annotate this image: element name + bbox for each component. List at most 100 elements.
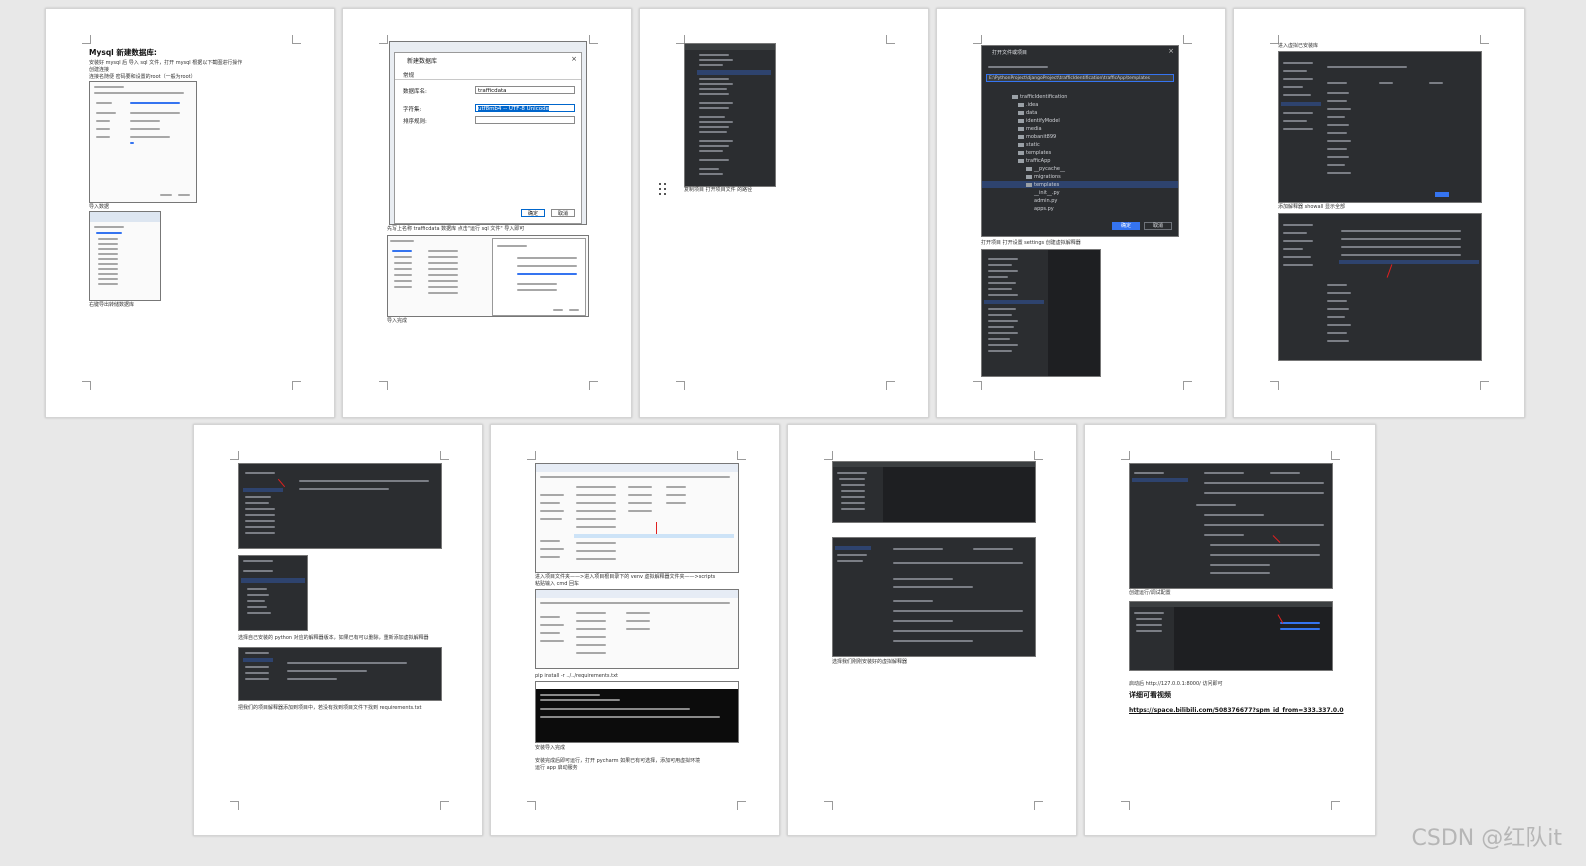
bilibili-link[interactable]: https://space.bilibili.com/508376677?spm… — [1129, 707, 1344, 714]
tab-general[interactable]: 常规 — [403, 71, 414, 79]
caption: 连接名随便 密码要和设置的root（一般为root） — [89, 74, 196, 80]
run-config-screenshot — [1129, 463, 1333, 589]
scripts-folder-screenshot — [535, 589, 739, 669]
caption: 进入项目文件夹——>进入项目根目录下的 venv 虚拟解释器文件夹——>scri… — [535, 574, 716, 580]
caption: 启动后 http://127.0.0.1:8000/ 访问即可 — [1129, 681, 1223, 687]
dialog-title: 打开文件或项目 — [992, 50, 1028, 56]
new-database-dialog: 新建数据库 × 常规 数据库名: trafficdata 字符集: utf8mb… — [394, 52, 582, 224]
tree-item[interactable]: .idea — [1018, 102, 1038, 108]
crop-mark — [82, 381, 91, 390]
tree-item[interactable]: data — [1018, 110, 1037, 116]
document-page-9: 创建运行/调试配置 启动后 http://127.0.0.1:8000/ 访问即… — [1084, 424, 1376, 836]
crop-mark — [1034, 451, 1043, 460]
tree-item[interactable]: __pycache__ — [1026, 166, 1065, 172]
page-heading: Mysql 新建数据库: — [89, 48, 157, 57]
ok-button[interactable]: 确定 — [521, 209, 545, 217]
caption: 选择自己安装的 python 对应的解释器版本，如果已有可以删除，重新添加虚拟解… — [238, 635, 429, 641]
caption: 运行 app 启动服务 — [535, 765, 578, 771]
crop-mark — [230, 801, 239, 810]
caption: 导入完成 — [387, 318, 408, 324]
cancel-button[interactable]: 取消 — [551, 209, 575, 217]
tree-item[interactable]: trafficIdentification — [1012, 94, 1067, 100]
tree-item[interactable]: trafficApp — [1018, 158, 1050, 164]
interpreter-path-screenshot — [238, 647, 442, 701]
document-page-4: 打开文件或项目 × E:\PythonProject\djangoProject… — [936, 8, 1226, 418]
caption: 创建运行/调试配置 — [1129, 590, 1171, 596]
crop-mark — [292, 35, 301, 44]
crop-mark — [82, 35, 91, 44]
tree-item-selected[interactable]: templates — [1026, 182, 1059, 188]
db-name-field[interactable]: trafficdata — [475, 86, 575, 94]
tree-item[interactable]: migrations — [1026, 174, 1061, 180]
csdn-watermark: CSDN @红队it — [1411, 826, 1562, 851]
document-page-8: 选择我们刚刚安装好的虚拟解释器 — [787, 424, 1077, 836]
crop-mark — [1121, 451, 1130, 460]
show-all-interpreters-screenshot — [1278, 213, 1482, 361]
crop-mark — [737, 801, 746, 810]
caption: 选择我们刚刚安装好的虚拟解释器 — [832, 659, 908, 665]
tree-item[interactable]: media — [1018, 126, 1042, 132]
document-page-6: 选择自己安装的 python 对应的解释器版本，如果已有可以删除，重新添加虚拟解… — [193, 424, 483, 836]
crop-mark — [1183, 35, 1192, 44]
crop-mark — [886, 35, 895, 44]
tree-item[interactable]: __init__.py — [1034, 190, 1060, 196]
crop-mark — [824, 801, 833, 810]
crop-mark — [589, 35, 598, 44]
charset-select[interactable]: utf8mb4 -- UTF-8 Unicode — [475, 104, 575, 112]
video-heading: 详细可看视频 — [1129, 691, 1171, 699]
run-sql-screenshot — [387, 235, 589, 317]
tree-item[interactable]: static — [1018, 142, 1040, 148]
db-name-label: 数据库名: — [403, 89, 427, 95]
caption: 打开项目 打开设置 settings 创建虚拟解释器 — [981, 240, 1081, 246]
tree-item[interactable]: mobanit899 — [1018, 134, 1056, 140]
crop-mark — [973, 35, 982, 44]
crop-mark — [1331, 451, 1340, 460]
connection-dialog-screenshot — [89, 81, 197, 203]
installed-packages-screenshot — [1278, 51, 1482, 203]
crop-mark — [1480, 35, 1489, 44]
caption: 粘贴输入 cmd 回车 — [535, 581, 579, 587]
caption: 右键导出转储数据库 — [89, 302, 135, 308]
caption: 导入数据 — [89, 204, 110, 210]
crop-mark — [737, 451, 746, 460]
add-local-interpreter-screenshot — [238, 555, 308, 631]
crop-mark — [1034, 801, 1043, 810]
crop-mark — [440, 801, 449, 810]
caption: 安装好 mysql 后 导入 sql 文件，打开 mysql 根据以下截图进行操… — [89, 60, 243, 66]
crop-mark — [527, 801, 536, 810]
path-input[interactable]: E:\PythonProject\djangoProject\trafficId… — [986, 74, 1174, 82]
close-icon[interactable]: × — [571, 55, 577, 63]
file-menu-screenshot — [684, 43, 776, 187]
close-icon[interactable]: × — [1168, 47, 1174, 55]
caption: 把我们的项目解释器添加到项目中，若没有找到项目文件下找到 requirement… — [238, 705, 422, 711]
ok-button[interactable]: 确定 — [1112, 222, 1140, 230]
tree-item[interactable]: identifyModel — [1018, 118, 1060, 124]
document-page-2: 新建数据库 × 常规 数据库名: trafficdata 字符集: utf8mb… — [342, 8, 632, 418]
document-page-3: 复制项目 打开项目文件 的路径 — [639, 8, 929, 418]
collation-select[interactable] — [475, 116, 575, 124]
crop-mark — [1331, 801, 1340, 810]
crop-mark — [440, 451, 449, 460]
crop-mark — [1121, 801, 1130, 810]
document-page-7: 进入项目文件夹——>进入项目根目录下的 venv 虚拟解释器文件夹——>scri… — [490, 424, 780, 836]
collation-label: 排序规则: — [403, 119, 427, 125]
tree-item[interactable]: apps.py — [1034, 206, 1054, 212]
run-console-screenshot — [1129, 601, 1333, 671]
crop-mark — [230, 451, 239, 460]
crop-mark — [1183, 381, 1192, 390]
charset-label: 字符集: — [403, 107, 422, 113]
document-page-5: 进入虚拟已安装库 添加解释器 showall 显示全部 — [1233, 8, 1525, 418]
explorer-screenshot — [535, 463, 739, 573]
tree-item[interactable]: admin.py — [1034, 198, 1057, 204]
tree-item[interactable]: templates — [1018, 150, 1051, 156]
caption: 安装完成后即可运行，打开 pycharm 如果已有可选择，添加可用虚拟环境 — [535, 758, 701, 764]
document-page-1: Mysql 新建数据库: 安装好 mysql 后 导入 sql 文件，打开 my… — [45, 8, 335, 418]
dots-icon — [659, 183, 667, 197]
crop-mark — [824, 451, 833, 460]
crop-mark — [886, 381, 895, 390]
crop-mark — [1480, 381, 1489, 390]
caption: 创建连接 — [89, 67, 110, 73]
caption: 添加解释器 showall 显示全部 — [1278, 204, 1345, 210]
dialog-title: 新建数据库 — [407, 58, 438, 65]
cancel-button[interactable]: 取消 — [1144, 222, 1172, 230]
